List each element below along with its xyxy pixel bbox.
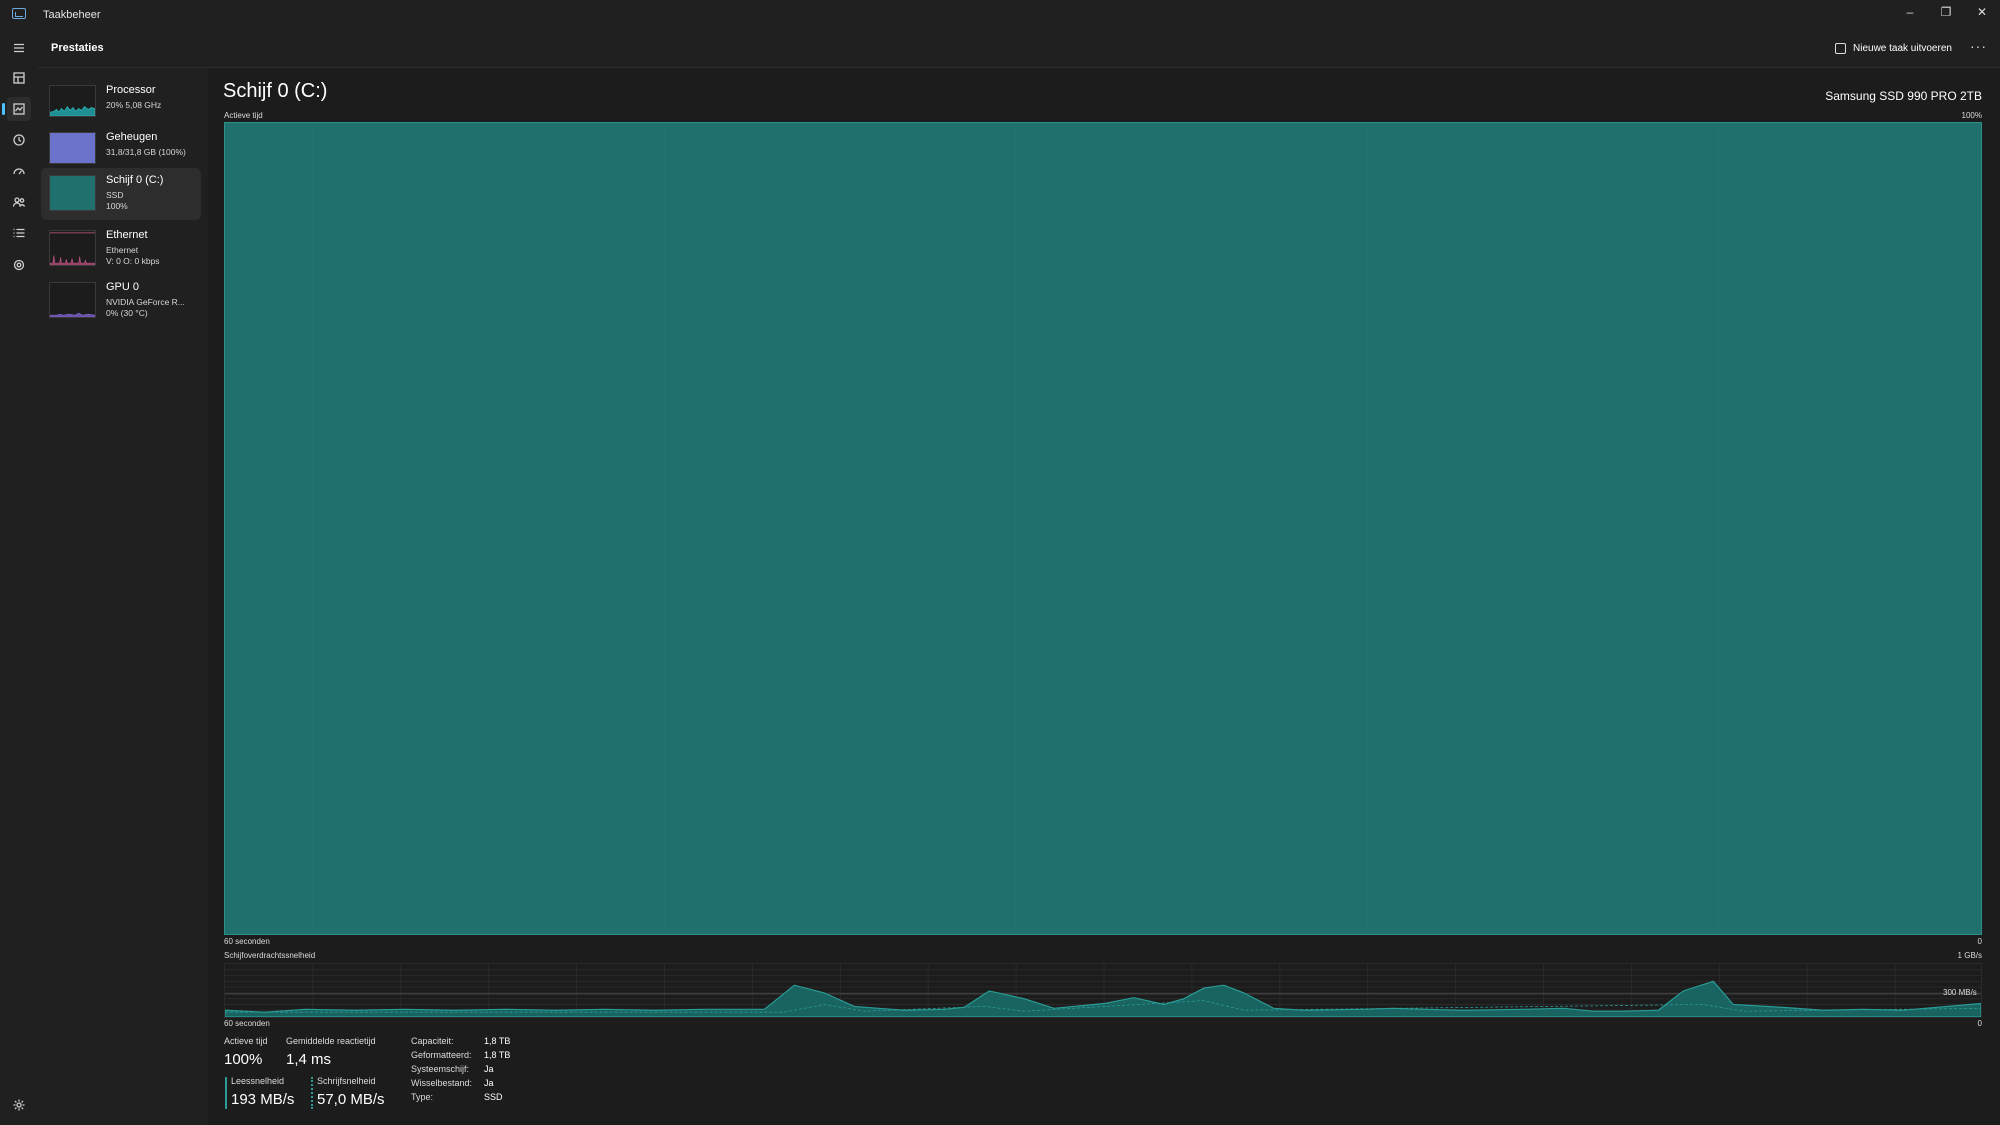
performance-sidebar: Processor 20% 5,08 GHz Geheugen 31,8/31,… xyxy=(38,68,208,1125)
formatted-value: 1,8 TB xyxy=(484,1050,511,1060)
memory-thumbnail xyxy=(49,132,96,164)
disk-thumbnail xyxy=(49,175,96,211)
transfer-x-right: 0 xyxy=(1977,1019,1982,1028)
grid-line xyxy=(312,123,313,934)
read-speed-value: 193 MB/s xyxy=(231,1091,295,1108)
sidebar-item-label: GPU 0 xyxy=(106,281,140,293)
nav-rail xyxy=(0,28,38,1125)
startup-icon[interactable] xyxy=(7,159,31,183)
active-time-graph xyxy=(224,122,1982,935)
write-speed-value: 57,0 MB/s xyxy=(317,1091,385,1108)
sidebar-item-detail: SSD xyxy=(106,190,124,200)
sidebar-item-disk[interactable]: Schijf 0 (C:) SSD 100% xyxy=(41,168,201,220)
formatted-label: Geformatteerd: xyxy=(411,1050,472,1060)
sidebar-item-processor[interactable]: Processor 20% 5,08 GHz xyxy=(41,78,201,128)
system-disk-value: Ja xyxy=(484,1064,494,1074)
read-speed-label: Leessnelheid xyxy=(231,1076,285,1086)
sidebar-item-detail: Ethernet xyxy=(106,245,139,255)
grid-line xyxy=(1015,123,1016,934)
capacity-value: 1,8 TB xyxy=(484,1036,511,1046)
response-time-label: Gemiddelde reactietijd xyxy=(286,1036,376,1046)
app-history-icon[interactable] xyxy=(7,128,31,152)
sidebar-item-label: Processor xyxy=(106,84,156,96)
active-time-stat-value: 100% xyxy=(224,1051,263,1068)
page-header: Prestaties Nieuwe taak uitvoeren ··· xyxy=(38,28,2000,68)
disk-title: Schijf 0 (C:) xyxy=(223,80,328,102)
write-speed-label: Schrijfsnelheid xyxy=(317,1076,376,1086)
sidebar-item-label: Geheugen xyxy=(106,131,158,143)
more-options-button[interactable]: ··· xyxy=(1970,38,1987,54)
transfer-mid-label: 300 MB/s xyxy=(1943,988,1977,997)
services-icon[interactable] xyxy=(7,253,31,277)
users-icon[interactable] xyxy=(7,190,31,214)
transfer-max-label: 1 GB/s xyxy=(1957,951,1982,960)
performance-icon[interactable] xyxy=(2,97,31,121)
transfer-rate-graph xyxy=(224,963,1982,1018)
details-icon[interactable] xyxy=(7,221,31,245)
capacity-label: Capaciteit: xyxy=(411,1036,454,1046)
write-speed-indicator xyxy=(311,1077,313,1109)
sidebar-item-detail: 20% 5,08 GHz xyxy=(106,100,162,110)
sidebar-item-label: Schijf 0 (C:) xyxy=(106,174,164,186)
transfer-x-left: 60 seconden xyxy=(224,1019,270,1028)
sidebar-item-detail: 100% xyxy=(106,201,128,211)
response-time-value: 1,4 ms xyxy=(286,1051,332,1068)
device-name: Samsung SSD 990 PRO 2TB xyxy=(1825,89,1982,103)
restore-button[interactable]: ❐ xyxy=(1928,0,1964,24)
active-time-x-right: 0 xyxy=(1977,937,1982,946)
app-title: Taakbeheer xyxy=(43,9,101,21)
sidebar-item-gpu[interactable]: GPU 0 NVIDIA GeForce R... 0% (30 °C) xyxy=(41,275,201,327)
sidebar-item-label: Ethernet xyxy=(106,229,148,241)
read-speed-indicator xyxy=(225,1077,227,1109)
processor-thumbnail xyxy=(49,85,96,117)
settings-icon[interactable] xyxy=(7,1093,31,1117)
close-button[interactable]: ✕ xyxy=(1964,0,2000,24)
active-time-stat-label: Actieve tijd xyxy=(224,1036,268,1046)
page-file-value: Ja xyxy=(484,1078,494,1088)
menu-icon[interactable] xyxy=(7,36,31,60)
sidebar-item-detail: 0% (30 °C) xyxy=(106,308,148,318)
new-task-label: Nieuwe taak uitvoeren xyxy=(1853,42,1952,54)
system-disk-label: Systeemschijf: xyxy=(411,1064,470,1074)
page-title: Prestaties xyxy=(51,42,104,54)
new-task-icon xyxy=(1835,42,1846,54)
sidebar-item-detail: V: 0 O: 0 kbps xyxy=(106,256,160,266)
grid-line xyxy=(664,123,665,934)
new-task-button[interactable]: Nieuwe taak uitvoeren xyxy=(1835,40,1952,56)
grid-line xyxy=(1367,123,1368,934)
sidebar-item-ethernet[interactable]: Ethernet Ethernet V: 0 O: 0 kbps xyxy=(41,223,201,275)
active-time-x-left: 60 seconden xyxy=(224,937,270,946)
active-time-max-label: 100% xyxy=(1961,111,1982,120)
grid-line xyxy=(1718,123,1719,934)
task-manager-icon xyxy=(12,8,26,19)
active-time-label: Actieve tijd xyxy=(224,111,263,120)
sidebar-item-detail: NVIDIA GeForce R... xyxy=(106,297,185,307)
page-file-label: Wisselbestand: xyxy=(411,1078,473,1088)
sidebar-item-detail: 31,8/31,8 GB (100%) xyxy=(106,147,186,157)
minimize-button[interactable]: – xyxy=(1892,0,1928,24)
ethernet-thumbnail xyxy=(49,230,96,266)
processes-icon[interactable] xyxy=(7,66,31,90)
type-value: SSD xyxy=(484,1092,503,1102)
title-bar: Taakbeheer – ❐ ✕ xyxy=(0,0,2000,28)
gpu-thumbnail xyxy=(49,282,96,318)
type-label: Type: xyxy=(411,1092,434,1102)
transfer-label: Schijfoverdrachtssnelheid xyxy=(224,951,316,960)
